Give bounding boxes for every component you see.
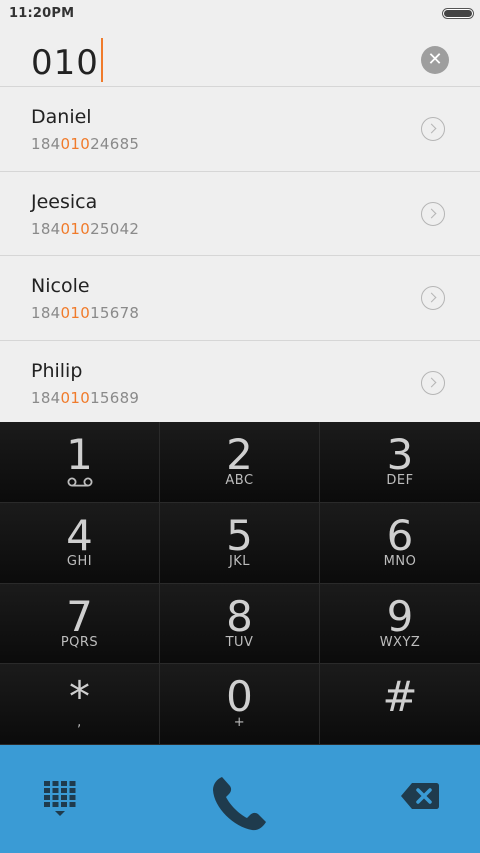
dial-input-value: 010 <box>31 43 99 83</box>
contact-number: 18401015678 <box>31 304 140 322</box>
list-item[interactable]: Philip 18401015689 <box>0 340 480 425</box>
key-3[interactable]: 3 DEF <box>320 422 480 503</box>
contact-number: 18401015689 <box>31 388 140 407</box>
key-digit: 1 <box>66 430 93 479</box>
key-8[interactable]: 8 TUV <box>160 583 320 665</box>
key-letters: WXYZ <box>379 634 421 650</box>
contact-name: Daniel <box>31 106 92 128</box>
chevron-right-icon[interactable] <box>421 286 445 310</box>
contact-list: Daniel 18401024685 Jeesica 18401025042 N… <box>0 87 480 425</box>
dial-input-row: 010 ✕ <box>0 28 480 87</box>
key-6[interactable]: 6 MNO <box>320 502 480 584</box>
key-1[interactable]: 1 <box>0 422 160 503</box>
chevron-right-icon[interactable] <box>421 201 445 226</box>
key-digit: # <box>382 672 418 722</box>
key-letters: + <box>233 715 246 731</box>
key-letters: GHI <box>66 553 93 569</box>
list-item[interactable]: Daniel 18401024685 <box>0 87 480 172</box>
dial-input[interactable]: 010 <box>31 38 103 83</box>
text-caret <box>100 38 103 82</box>
key-letters: ABC <box>225 473 254 488</box>
phone-icon[interactable] <box>200 763 280 843</box>
status-time: 11:20PM <box>9 6 75 21</box>
key-letters: , <box>77 715 82 731</box>
key-digit: 0 <box>226 672 253 722</box>
key-digit: 5 <box>226 510 253 560</box>
list-item[interactable]: Jeesica 18401025042 <box>0 171 480 256</box>
key-star[interactable]: * , <box>0 664 160 745</box>
clear-icon: ✕ <box>427 49 443 70</box>
key-digit: 6 <box>386 510 414 560</box>
key-digit: 7 <box>66 591 93 641</box>
backspace-icon[interactable] <box>400 781 440 811</box>
number-match: 010 <box>60 304 91 322</box>
key-digit: 9 <box>386 591 414 641</box>
key-digit: 8 <box>226 591 253 641</box>
battery-icon <box>442 8 474 19</box>
number-match: 010 <box>60 135 91 153</box>
clear-button[interactable]: ✕ <box>421 46 449 74</box>
key-digit: 4 <box>66 510 93 560</box>
key-9[interactable]: 9 WXYZ <box>320 583 480 665</box>
number-match: 010 <box>60 388 91 407</box>
key-hash[interactable]: # <box>320 664 480 745</box>
dial-keypad: 1 2 ABC 3 DEF 4 GHI 5 JKL 6 MNO 7 PQRS 8… <box>0 422 480 745</box>
key-4[interactable]: 4 GHI <box>0 502 160 584</box>
key-letters: JKL <box>228 553 251 569</box>
key-digit: 3 <box>386 430 414 479</box>
key-5[interactable]: 5 JKL <box>160 502 320 584</box>
key-letters: MNO <box>383 553 417 569</box>
bottom-action-bar <box>0 745 480 853</box>
voicemail-icon <box>67 477 93 487</box>
key-2[interactable]: 2 ABC <box>160 422 320 503</box>
contact-name: Nicole <box>31 275 90 297</box>
contact-name: Jeesica <box>31 190 98 213</box>
key-letters: TUV <box>225 634 254 650</box>
chevron-right-icon[interactable] <box>421 370 445 395</box>
key-7[interactable]: 7 PQRS <box>0 583 160 665</box>
key-digit: * <box>69 672 90 722</box>
key-letters: PQRS <box>60 634 99 650</box>
contact-number: 18401024685 <box>31 135 140 153</box>
number-match: 010 <box>60 219 91 238</box>
chevron-right-icon[interactable] <box>421 117 445 141</box>
status-bar: 11:20PM <box>0 0 480 28</box>
key-digit: 2 <box>226 430 253 479</box>
key-letters: DEF <box>386 473 414 488</box>
dialpad-icon[interactable] <box>44 781 76 817</box>
contact-number: 18401025042 <box>31 219 140 238</box>
contact-name: Philip <box>31 359 83 382</box>
key-0[interactable]: 0 + <box>160 664 320 745</box>
list-item[interactable]: Nicole 18401015678 <box>0 256 480 341</box>
